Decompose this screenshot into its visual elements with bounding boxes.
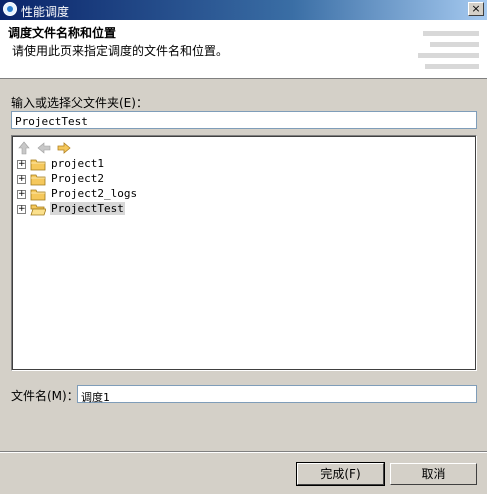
window-title: 性能调度 <box>21 5 70 19</box>
cancel-button[interactable]: 取消 <box>390 463 477 485</box>
header-decoration-icon <box>423 31 479 36</box>
tree-item-label: Project2 <box>51 172 104 185</box>
back-arrow-icon[interactable] <box>36 140 52 156</box>
header-decoration-icon <box>425 64 479 69</box>
tree-item-label: Project2_logs <box>51 187 138 200</box>
wizard-header: 调度文件名称和位置 请使用此页来指定调度的文件名和位置。 <box>0 20 487 79</box>
expand-icon[interactable]: + <box>17 205 26 214</box>
folder-tree[interactable]: + project1 + Project2 + Project2_logs + … <box>11 135 477 371</box>
folder-icon <box>30 189 46 201</box>
parent-folder-input[interactable]: ProjectTest <box>11 111 477 129</box>
button-bar-divider <box>0 451 487 453</box>
up-arrow-icon[interactable] <box>16 140 32 156</box>
file-name-label: 文件名(M)： <box>11 389 79 403</box>
expand-icon[interactable]: + <box>17 190 26 199</box>
app-icon <box>3 2 17 16</box>
title-bar: 性能调度 × <box>0 0 487 20</box>
finish-button[interactable]: 完成(F) <box>296 462 385 486</box>
tree-item-label: ProjectTest <box>50 202 125 215</box>
tree-item-label: project1 <box>51 157 104 170</box>
header-description: 请使用此页来指定调度的文件名和位置。 <box>12 44 229 58</box>
expand-icon[interactable]: + <box>17 175 26 184</box>
forward-arrow-icon[interactable] <box>56 140 72 156</box>
header-decoration-icon <box>418 53 479 58</box>
parent-folder-label: 输入或选择父文件夹(E)： <box>11 96 148 110</box>
folder-icon <box>30 174 46 186</box>
header-title: 调度文件名称和位置 <box>8 26 117 40</box>
file-name-input[interactable]: 调度1 <box>77 385 477 404</box>
open-folder-icon <box>30 204 46 216</box>
close-button[interactable]: × <box>468 2 484 16</box>
folder-icon <box>30 159 46 171</box>
header-decoration-icon <box>430 42 479 47</box>
expand-icon[interactable]: + <box>17 160 26 169</box>
